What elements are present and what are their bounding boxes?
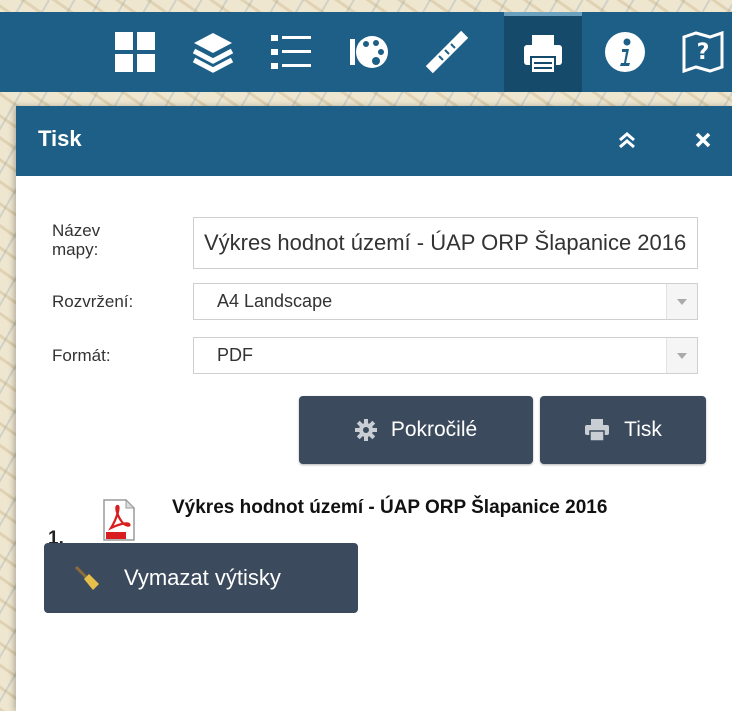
format-label: Formát: (52, 346, 111, 365)
help-button[interactable]: ? (664, 12, 732, 92)
advanced-label: Pokročilé (390, 418, 478, 441)
layout-select[interactable]: A4 Landscape (193, 283, 698, 320)
gear-icon (354, 419, 377, 441)
basemap-button[interactable] (330, 12, 408, 92)
clear-prints-button[interactable]: Vymazat výtisky (44, 543, 358, 613)
overview-button[interactable] (96, 12, 174, 92)
print-widget-button[interactable] (504, 12, 582, 92)
clear-label: Vymazat výtisky (124, 565, 281, 590)
advanced-button[interactable]: Pokročilé (299, 396, 533, 464)
panel-header: Tisk (16, 106, 732, 176)
chevron-down-icon[interactable] (666, 284, 697, 319)
result-link[interactable]: Výkres hodnot území - ÚAP ORP Šlapanice … (172, 496, 692, 520)
printer-icon (524, 35, 562, 74)
close-icon (695, 132, 711, 148)
grid-icon (115, 32, 155, 72)
legend-button[interactable] (252, 12, 330, 92)
collapse-button[interactable] (609, 122, 645, 158)
map-name-label-line1: Název (52, 221, 101, 240)
layout-row: Rozvržení: A4 Landscape (16, 283, 732, 320)
print-panel: Tisk Název mapy: Výkres hodnot území - Ú… (16, 106, 732, 711)
palette-icon (350, 36, 388, 68)
format-value: PDF (217, 345, 253, 365)
format-select[interactable]: PDF (193, 337, 698, 374)
print-button[interactable]: Tisk (540, 396, 706, 464)
layout-value: A4 Landscape (217, 291, 333, 311)
print-label: Tisk (624, 418, 662, 441)
widget-toolbar: ? (0, 12, 732, 92)
info-icon (605, 32, 645, 72)
measure-button[interactable] (408, 12, 486, 92)
help-map-icon: ? (682, 30, 724, 74)
info-button[interactable] (586, 12, 664, 92)
ruler-icon (425, 30, 469, 74)
chevron-down-icon[interactable] (666, 338, 697, 373)
map-name-input[interactable]: Výkres hodnot území - ÚAP ORP Šlapanice … (193, 217, 698, 269)
svg-text:?: ? (697, 40, 710, 65)
double-chevron-up-icon (619, 132, 635, 149)
map-name-label-line2: mapy: (52, 240, 99, 259)
format-row: Formát: PDF (16, 337, 732, 374)
broom-icon (74, 565, 100, 591)
panel-title: Tisk (38, 126, 82, 151)
map-name-label: Název mapy: (52, 221, 100, 259)
layers-icon (192, 33, 234, 73)
printer-icon (584, 419, 610, 441)
list-icon (271, 35, 311, 69)
layout-label: Rozvržení: (52, 292, 134, 311)
close-button[interactable] (685, 122, 721, 158)
layers-button[interactable] (174, 12, 252, 92)
map-name-row: Název mapy: Výkres hodnot území - ÚAP OR… (16, 217, 732, 269)
pdf-file-icon[interactable] (102, 498, 136, 542)
